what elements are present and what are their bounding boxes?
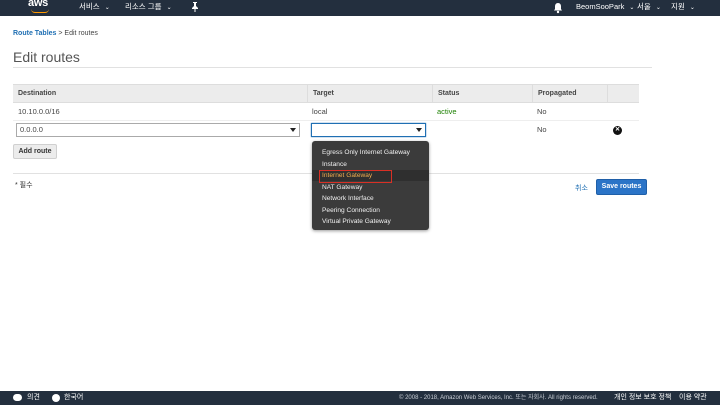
remove-route-icon[interactable]: ✕ — [613, 126, 622, 135]
destination-input[interactable]: 0.0.0.0 — [16, 123, 300, 137]
bell-icon[interactable] — [553, 2, 563, 14]
resource-groups-menu[interactable]: 리소스 그룹 ⌄ — [125, 0, 172, 16]
dropdown-option-nat-gateway[interactable]: NAT Gateway — [312, 182, 429, 193]
page-title: Edit routes — [13, 49, 80, 65]
routes-table-header: Destination Target Status Propagated — [13, 84, 639, 103]
target-dropdown-menu: Egress Only Internet Gateway Instance In… — [312, 141, 429, 230]
chevron-down-icon: ⌄ — [104, 5, 110, 11]
row-propagated: No — [537, 107, 547, 116]
breadcrumb-route-tables-link[interactable]: Route Tables — [13, 30, 56, 37]
copyright-text: © 2008 - 2018, Amazon Web Services, Inc.… — [399, 395, 598, 401]
resource-groups-label: 리소스 그룹 — [125, 2, 162, 11]
chevron-down-icon: ⌄ — [629, 5, 635, 11]
cancel-link[interactable]: 취소 — [575, 183, 588, 193]
table-row: 10.10.0.0/16 local active No — [13, 103, 639, 121]
dropdown-option-virtual-private-gateway[interactable]: Virtual Private Gateway — [312, 216, 429, 227]
title-divider — [13, 67, 652, 68]
pin-icon[interactable] — [191, 2, 199, 14]
privacy-policy-link[interactable]: 개인 정보 보호 정책 — [614, 391, 671, 405]
save-routes-button[interactable]: Save routes — [596, 179, 647, 195]
chat-icon — [13, 394, 22, 401]
footer-bar: 의견 한국어 © 2008 - 2018, Amazon Web Service… — [0, 391, 720, 405]
highlight-box — [319, 170, 392, 183]
top-nav-bar: aws 서비스 ⌄ 리소스 그룹 ⌄ BeomSooPark ⌄ 서울 ⌄ 지원 ⌄ — [0, 0, 720, 16]
services-label: 서비스 — [79, 2, 100, 11]
header-destination: Destination — [13, 85, 308, 103]
table-row-editable: 0.0.0.0 No — [13, 121, 639, 141]
aws-logo[interactable]: aws — [28, 0, 54, 15]
dropdown-option-peering-connection[interactable]: Peering Connection — [312, 205, 429, 216]
chevron-down-icon — [290, 128, 296, 132]
globe-icon — [52, 394, 60, 402]
user-name: BeomSooPark — [576, 2, 625, 11]
breadcrumb-current: Edit routes — [64, 30, 98, 37]
target-select[interactable] — [311, 123, 426, 137]
add-route-button[interactable]: Add route — [13, 144, 57, 159]
chevron-down-icon: ⌄ — [166, 5, 172, 11]
language-selector[interactable]: 한국어 — [64, 391, 83, 405]
row-propagated: No — [537, 125, 547, 134]
header-target: Target — [308, 85, 433, 103]
support-menu[interactable]: 지원 ⌄ — [671, 0, 695, 16]
row-destination: 10.10.0.0/16 — [18, 107, 60, 116]
region-menu[interactable]: 서울 ⌄ — [637, 0, 661, 16]
header-propagated: Propagated — [533, 85, 608, 103]
dropdown-option-network-interface[interactable]: Network Interface — [312, 193, 429, 204]
aws-logo-text: aws — [28, 0, 48, 9]
header-status: Status — [433, 85, 533, 103]
terms-link[interactable]: 이용 약관 — [679, 391, 707, 405]
aws-smile-icon — [31, 9, 49, 13]
support-label: 지원 — [671, 2, 685, 11]
row-status: active — [437, 107, 457, 116]
user-menu[interactable]: BeomSooPark ⌄ — [576, 0, 634, 16]
row-target: local — [312, 107, 328, 116]
feedback-link[interactable]: 의견 — [27, 391, 40, 405]
destination-value: 0.0.0.0 — [20, 125, 43, 134]
chevron-down-icon — [416, 128, 422, 132]
chevron-down-icon: ⌄ — [655, 5, 661, 11]
breadcrumb: Route Tables > Edit routes — [13, 30, 98, 37]
required-note: * 필수 — [15, 182, 33, 189]
dropdown-option-egress-only-internet-gateway[interactable]: Egress Only Internet Gateway — [312, 147, 429, 158]
region-label: 서울 — [637, 2, 651, 11]
dropdown-option-instance[interactable]: Instance — [312, 159, 429, 170]
chevron-down-icon: ⌄ — [689, 5, 695, 11]
services-menu[interactable]: 서비스 ⌄ — [79, 0, 110, 16]
